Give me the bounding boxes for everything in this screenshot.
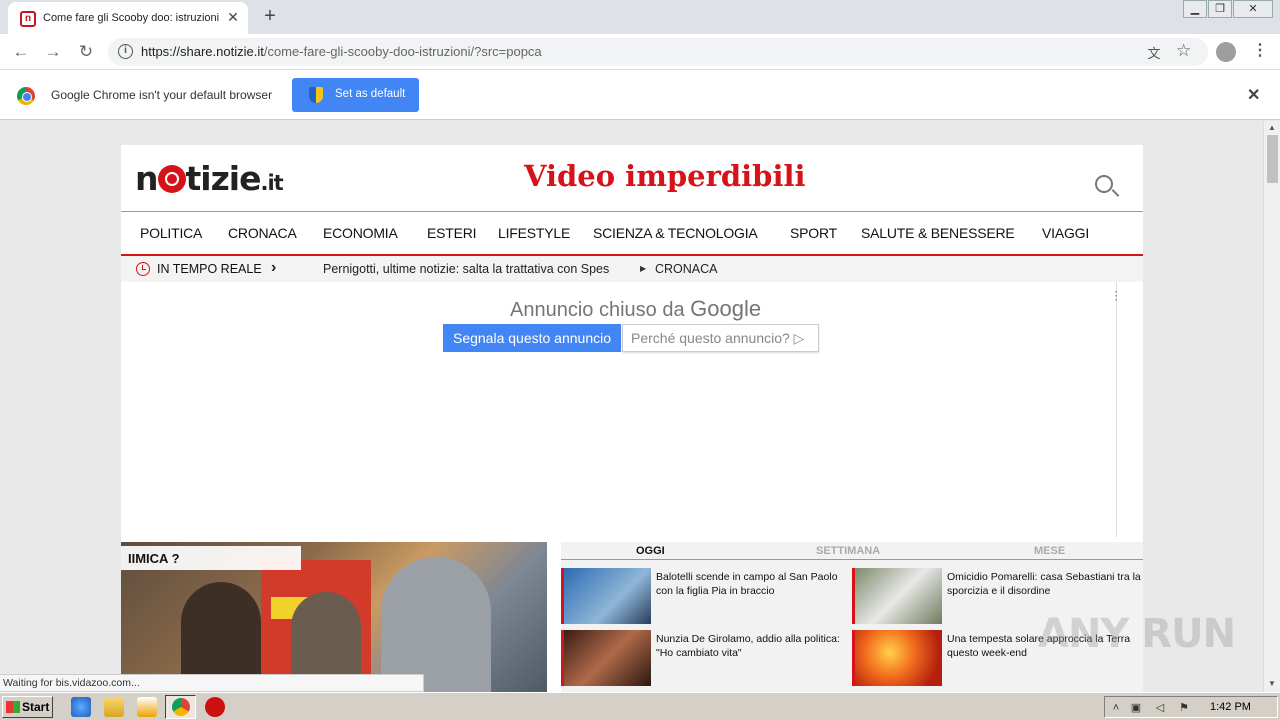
default-browser-infobar: Google Chrome isn't your default browser… (0, 70, 1280, 120)
main-navigation: POLITICA CRONACA ECONOMIA ESTERI LIFESTY… (121, 211, 1143, 256)
taskbar-clock[interactable]: 1:42 PM (1210, 701, 1251, 713)
new-tab-button[interactable]: + (260, 6, 280, 26)
nav-item-viaggi[interactable]: VIAGGI (1042, 225, 1089, 241)
article-thumbnail (561, 568, 651, 624)
closed-ad-box: Annuncio chiuso da Google Segnala questo… (148, 282, 1118, 537)
nav-item-esteri[interactable]: ESTERI (427, 225, 477, 241)
why-this-ad-button[interactable]: Perché questo annuncio? ▷ (622, 324, 819, 352)
close-window-button[interactable]: ✕ (1233, 0, 1273, 18)
chrome-taskbar-button[interactable] (165, 695, 196, 719)
opera-icon[interactable] (205, 697, 225, 717)
site-favicon-icon: n (20, 11, 36, 27)
status-bubble: Waiting for bis.vidazoo.com... (0, 674, 424, 692)
article-item[interactable]: Balotelli scende in campo al San Paolo c… (561, 568, 851, 626)
video-thumbnail[interactable]: IIMICA ? (121, 542, 547, 692)
article-thumbnail (852, 568, 942, 624)
tab-close-icon[interactable]: ✕ (225, 9, 241, 25)
media-player-icon[interactable] (137, 697, 157, 717)
minimize-button[interactable]: ▁ (1183, 0, 1207, 18)
url-text: https://share.notizie.it/come-fare-gli-s… (141, 44, 542, 59)
chevron-right-icon[interactable]: › (271, 259, 276, 277)
nav-item-sport[interactable]: SPORT (790, 225, 837, 241)
chrome-icon (172, 698, 190, 716)
search-icon[interactable] (1095, 175, 1113, 193)
nav-item-scienza-tecnologia[interactable]: SCIENZA & TECNOLOGIA (593, 225, 758, 241)
news-ticker: IN TEMPO REALE › Pernigotti, ultime noti… (121, 256, 1143, 282)
internet-explorer-icon[interactable] (71, 697, 91, 717)
browser-tab[interactable]: n Come fare gli Scooby doo: istruzioni ✕ (8, 2, 248, 34)
reload-icon[interactable]: ↻ (75, 41, 97, 63)
back-icon[interactable]: ← (10, 41, 32, 63)
shield-icon (309, 87, 323, 103)
ad-closed-text: Annuncio chiuso da Google (510, 296, 762, 321)
most-read-tabs: OGGI SETTIMANA MESE (561, 542, 1143, 560)
tab-strip: n Come fare gli Scooby doo: istruzioni ✕… (0, 0, 1280, 34)
article-item[interactable]: Nunzia De Girolamo, addio alla politica:… (561, 630, 851, 688)
chrome-logo-icon (17, 87, 35, 105)
webpage-content: n tizie.it Video imperdibili POLITICA CRO… (121, 145, 1143, 692)
windows-logo-icon (6, 701, 20, 713)
infobar-close-icon[interactable]: ✕ (1247, 85, 1260, 105)
start-label: Start (22, 700, 50, 714)
translate-icon[interactable]: 文 (1145, 43, 1163, 61)
folder-icon[interactable] (104, 697, 124, 717)
video-caption: IIMICA ? (121, 546, 301, 570)
tab-title: Come fare gli Scooby doo: istruzioni (43, 12, 220, 24)
action-center-flag-icon[interactable]: ⚑ (1177, 701, 1191, 715)
address-bar[interactable]: i https://share.notizie.it/come-fare-gli… (108, 38, 1208, 66)
scroll-up-icon[interactable]: ▲ (1268, 123, 1276, 132)
network-icon[interactable]: ▣ (1129, 701, 1143, 715)
bookmark-star-icon[interactable]: ☆ (1176, 41, 1191, 61)
article-title: Balotelli scende in campo al San Paolo c… (656, 571, 838, 597)
set-as-default-label: Set as default (335, 88, 406, 100)
video-scene-person (381, 557, 491, 692)
set-as-default-button[interactable]: Set as default (292, 78, 419, 112)
tab-mese[interactable]: MESE (1034, 545, 1065, 557)
scrollbar-thumb[interactable] (1267, 135, 1278, 183)
windows-taskbar: Start ˄ ▣ ◁ ⚑ 1:42 PM (0, 692, 1280, 720)
logo-text: tizie (185, 159, 262, 198)
start-button[interactable]: Start (2, 696, 53, 718)
anyrun-watermark: ANY RUN (1038, 611, 1236, 657)
nav-item-politica[interactable]: POLITICA (140, 225, 202, 241)
nav-item-economia[interactable]: ECONOMIA (323, 225, 398, 241)
volume-icon[interactable]: ◁ (1153, 701, 1167, 715)
report-ad-button[interactable]: Segnala questo annuncio (443, 324, 621, 352)
system-tray: ˄ ▣ ◁ ⚑ 1:42 PM (1104, 696, 1278, 718)
ticker-category[interactable]: CRONACA (655, 262, 718, 276)
restore-button[interactable]: ❐ (1208, 0, 1232, 18)
tab-settimana[interactable]: SETTIMANA (816, 545, 880, 557)
nav-item-cronaca[interactable]: CRONACA (228, 225, 297, 241)
site-info-icon[interactable]: i (118, 44, 133, 59)
ad-options-icon[interactable]: · · · (1114, 285, 1118, 305)
article-thumbnail (561, 630, 651, 686)
article-title: Nunzia De Girolamo, addio alla politica:… (656, 633, 840, 659)
scroll-down-icon[interactable]: ▼ (1268, 679, 1276, 688)
site-logo[interactable]: n tizie.it (135, 159, 284, 198)
page-headline: Video imperdibili (524, 159, 806, 193)
chrome-menu-icon[interactable]: ⋮ (1252, 40, 1268, 60)
forward-icon[interactable]: → (42, 41, 64, 63)
infobar-message: Google Chrome isn't your default browser (51, 88, 273, 102)
nav-item-lifestyle[interactable]: LIFESTYLE (498, 225, 570, 241)
article-thumbnail (852, 630, 942, 686)
nav-item-salute-benessere[interactable]: SALUTE & BENESSERE (861, 225, 1015, 241)
logo-globe-icon (157, 165, 186, 193)
triangle-right-icon: ▶ (640, 264, 647, 273)
page-scrollbar[interactable]: ▲ ▼ (1263, 121, 1280, 692)
tray-expand-icon[interactable]: ˄ (1109, 701, 1123, 715)
ticker-news-link[interactable]: Pernigotti, ultime notizie: salta la tra… (323, 262, 609, 276)
logo-tld: .it (260, 171, 284, 195)
tab-oggi[interactable]: OGGI (636, 545, 665, 557)
article-title: Omicidio Pomarelli: casa Sebastiani tra … (947, 571, 1141, 597)
clock-icon (136, 262, 150, 276)
ticker-label: IN TEMPO REALE (157, 262, 262, 276)
profile-avatar-icon[interactable] (1216, 42, 1236, 62)
browser-toolbar: ← → ↻ i https://share.notizie.it/come-fa… (0, 34, 1280, 70)
